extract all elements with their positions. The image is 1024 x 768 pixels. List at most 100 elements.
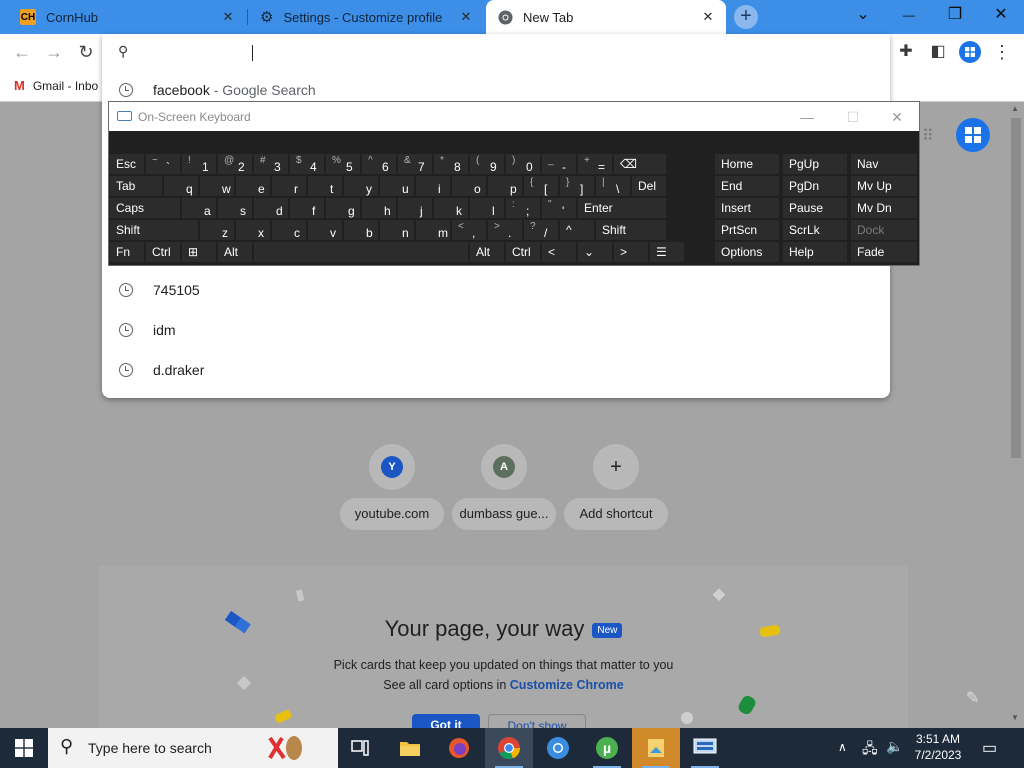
osk-key[interactable]: @2 <box>218 154 252 174</box>
osk-key[interactable]: ⌫ <box>614 154 666 174</box>
osk-nav-key[interactable]: ScrLk <box>783 220 847 240</box>
taskbar-search-box[interactable]: ⚲ Type here to search <box>48 728 338 768</box>
minimize-button[interactable]: — <box>886 0 932 34</box>
osk-key[interactable]: ⊞ <box>182 242 216 262</box>
osk-title-bar[interactable]: On-Screen Keyboard — ☐ ✕ <box>109 102 919 131</box>
osk-key[interactable]: _ - <box>542 154 576 174</box>
osk-key[interactable]: k <box>434 198 468 218</box>
osk-key[interactable]: ~ ` <box>146 154 180 174</box>
osk-key[interactable]: ? / <box>524 220 558 240</box>
omnibox-suggestion[interactable]: 745105 <box>102 270 890 310</box>
window-close-button[interactable]: ✕ <box>978 0 1024 34</box>
osk-key[interactable]: (9 <box>470 154 504 174</box>
osk-key[interactable]: }] <box>560 176 594 196</box>
osk-key[interactable]: j <box>398 198 432 218</box>
more-menu-icon[interactable]: ⋮ <box>990 40 1014 64</box>
osk-close-button[interactable]: ✕ <box>877 106 917 128</box>
osk-key[interactable]: <, <box>452 220 486 240</box>
osk-key[interactable]: y <box>344 176 378 196</box>
apps-grid-icon[interactable]: ⠿ <box>922 126 934 146</box>
osk-nav-key[interactable]: Insert <box>715 198 779 218</box>
chrome-taskbar-icon[interactable] <box>485 728 533 768</box>
osk-nav-key[interactable]: Dock <box>851 220 917 240</box>
osk-maximize-button[interactable]: ☐ <box>833 106 873 128</box>
tray-overflow-chevron-icon[interactable]: ∧ <box>838 740 847 768</box>
osk-nav-key[interactable]: Pause <box>783 198 847 218</box>
scroll-up-arrow-icon[interactable]: ▲ <box>1011 104 1019 113</box>
file-explorer-icon[interactable] <box>386 728 434 768</box>
osk-key[interactable]: Enter <box>578 198 666 218</box>
osk-nav-key[interactable]: Options <box>715 242 779 262</box>
osk-key[interactable]: < <box>542 242 576 262</box>
osk-key[interactable]: " ' <box>542 198 576 218</box>
close-icon[interactable]: ✕ <box>458 9 474 25</box>
osk-key[interactable]: ) 0 <box>506 154 540 174</box>
start-button[interactable] <box>0 728 48 768</box>
remote-app-icon[interactable] <box>681 728 729 768</box>
omnibox-input-row[interactable]: ⚲ <box>102 36 890 68</box>
osk-key[interactable]: Ctrl <box>506 242 540 262</box>
osk-key[interactable]: ☰ <box>650 242 684 262</box>
side-panel-icon[interactable]: ◧ <box>926 40 950 64</box>
osk-key[interactable]: ! 1 <box>182 154 216 174</box>
osk-key[interactable]: > <box>614 242 648 262</box>
osk-nav-key[interactable]: Home <box>715 154 779 174</box>
osk-nav-key[interactable]: Help <box>783 242 847 262</box>
osk-nav-key[interactable]: Mv Up <box>851 176 917 196</box>
osk-nav-key[interactable]: End <box>715 176 779 196</box>
osk-nav-key[interactable]: Mv Dn <box>851 198 917 218</box>
osk-nav-key[interactable]: Fade <box>851 242 917 262</box>
profile-avatar[interactable] <box>958 40 982 64</box>
osk-key[interactable]: Caps <box>110 198 180 218</box>
clock[interactable]: 3:51 AM 7/2/2023 <box>908 732 968 768</box>
osk-key[interactable]: o <box>452 176 486 196</box>
osk-key[interactable]: Esc <box>110 154 144 174</box>
osk-key[interactable]: d <box>254 198 288 218</box>
osk-key[interactable]: b <box>344 220 378 240</box>
osk-key[interactable]: $4 <box>290 154 324 174</box>
osk-key[interactable]: Shift <box>596 220 666 240</box>
osk-key[interactable]: s <box>218 198 252 218</box>
page-profile-avatar[interactable] <box>956 118 990 152</box>
restore-button[interactable]: ❐ <box>932 0 978 34</box>
osk-key[interactable]: ⌄ <box>578 242 612 262</box>
chrome-alt-icon[interactable] <box>534 728 582 768</box>
tab-search-button[interactable]: ⌄ <box>840 0 886 34</box>
osk-key[interactable]: {[ <box>524 176 558 196</box>
extensions-puzzle-icon[interactable]: ✚ <box>894 40 918 64</box>
volume-muted-icon[interactable]: 🔈 <box>886 738 903 768</box>
osk-key[interactable]: c <box>272 220 306 240</box>
shortcut-tile-dumbass[interactable]: A <box>481 444 527 490</box>
osk-key[interactable]: x <box>236 220 270 240</box>
osk-key[interactable]: h <box>362 198 396 218</box>
tab-cornhub[interactable]: CH CornHub ✕ <box>10 0 246 34</box>
osk-key[interactable]: :; <box>506 198 540 218</box>
osk-nav-key[interactable]: Nav <box>851 154 917 174</box>
back-arrow-icon[interactable]: ← <box>10 40 34 64</box>
osk-key[interactable]: z <box>200 220 234 240</box>
osk-key[interactable]: r <box>272 176 306 196</box>
shortcut-label[interactable]: dumbass gue... <box>452 498 556 530</box>
osk-key[interactable]: #3 <box>254 154 288 174</box>
add-shortcut-button[interactable]: + <box>593 444 639 490</box>
scroll-down-arrow-icon[interactable]: ▼ <box>1011 713 1019 722</box>
utorrent-icon[interactable]: µ <box>583 728 631 768</box>
file-manager-app-icon[interactable] <box>632 728 680 768</box>
osk-key[interactable]: ^ 6 <box>362 154 396 174</box>
tab-settings[interactable]: ⚙ Settings - Customize profile ✕ <box>248 0 484 34</box>
osk-nav-key[interactable]: PrtScn <box>715 220 779 240</box>
omnibox-input[interactable] <box>150 40 850 64</box>
close-icon[interactable]: ✕ <box>220 9 236 25</box>
osk-key[interactable]: a <box>182 198 216 218</box>
osk-key[interactable] <box>254 242 468 262</box>
osk-key[interactable]: l <box>470 198 504 218</box>
osk-key[interactable]: % 5 <box>326 154 360 174</box>
osk-nav-key[interactable]: PgUp <box>783 154 847 174</box>
osk-key[interactable]: Del <box>632 176 666 196</box>
osk-key[interactable]: Ctrl <box>146 242 180 262</box>
omnibox-suggestion[interactable]: idm <box>102 310 890 350</box>
osk-key[interactable]: w <box>200 176 234 196</box>
scrollbar-thumb[interactable] <box>1011 118 1021 458</box>
osk-key[interactable]: g <box>326 198 360 218</box>
osk-key[interactable]: v <box>308 220 342 240</box>
